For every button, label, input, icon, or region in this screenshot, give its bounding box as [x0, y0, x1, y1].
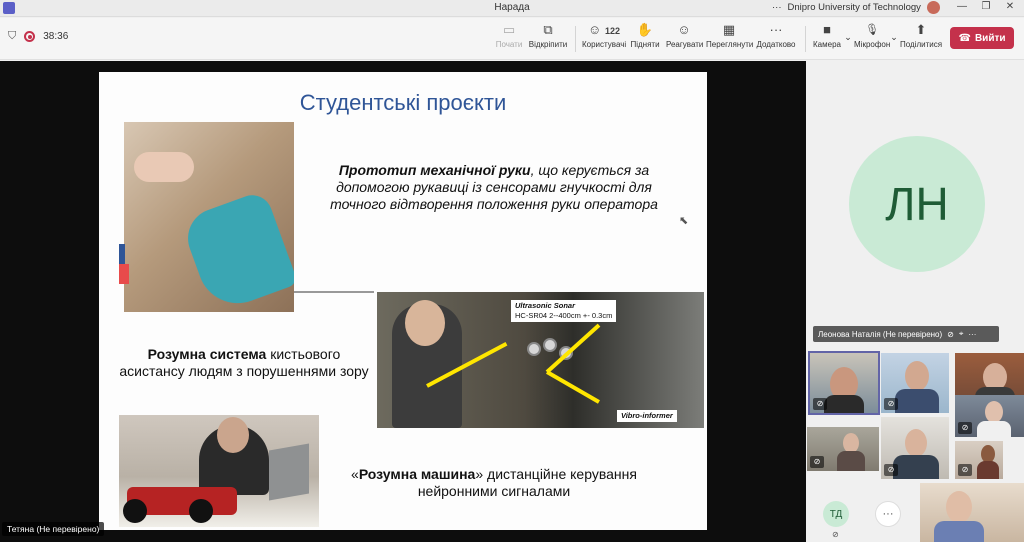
toolbar-divider: [575, 26, 576, 52]
slide-text-car: «Розумна машина» дистанційне керування н…: [329, 466, 659, 500]
sonar-label-title: Ultrasonic Sonar: [515, 301, 576, 310]
popout-button[interactable]: ⧉ Відкріпити: [528, 22, 568, 49]
user-avatar[interactable]: [926, 1, 940, 14]
vibro-label: Vibro-informer: [617, 410, 677, 422]
people-button[interactable]: ☺ 122 Користувачі: [582, 22, 626, 49]
camera-icon: ■: [823, 22, 831, 37]
sonar-label: Ultrasonic Sonar HC-SR04 2--400cm +- 0.3c…: [511, 300, 617, 322]
mic-off-icon: 🎙: [865, 24, 879, 36]
minimize-icon[interactable]: —: [952, 1, 972, 12]
react-icon: ☺: [677, 22, 691, 37]
more-options-icon[interactable]: ···: [968, 330, 976, 339]
camera-options-chevron-icon[interactable]: ⌄: [843, 32, 853, 43]
people-icon: ☺: [588, 22, 602, 37]
mic-off-icon: ⊘: [884, 398, 898, 410]
mic-off-icon: ⊘: [958, 422, 972, 434]
mic-label: Мікрофон: [854, 40, 891, 49]
mic-button[interactable]: 🎙 Мікрофон: [854, 22, 890, 49]
slide-accent-blue: [119, 244, 125, 264]
mic-off-icon: ⊘: [958, 464, 972, 476]
org-section: ··· Dnipro University of Technology: [772, 1, 940, 14]
camera-label: Камера: [813, 40, 841, 49]
start-button[interactable]: ▭ Почати: [494, 22, 524, 49]
participant-tile[interactable]: ⊘: [955, 441, 1003, 479]
spotlight-avatar[interactable]: ЛН: [849, 136, 985, 272]
spotlight-name-bar: Леонова Наталія (Не перевірено) ⊘ ⌖ ···: [813, 326, 999, 342]
participant-tile[interactable]: ⊘: [807, 427, 879, 471]
slide-text-sonar: Розумна система кистьового асистансу люд…: [119, 346, 369, 380]
participant-tile[interactable]: ⊘: [955, 395, 1024, 437]
organization-name[interactable]: Dnipro University of Technology: [788, 2, 921, 13]
people-label: Користувачі: [582, 40, 627, 49]
participant-avatar[interactable]: ТД: [823, 501, 849, 527]
view-grid-icon: ▦: [722, 22, 736, 37]
more-icon: ···: [769, 22, 783, 37]
raise-hand-icon: ✋: [636, 22, 654, 37]
mic-options-chevron-icon[interactable]: ⌄: [889, 32, 899, 43]
mic-off-icon: ⊘: [884, 464, 898, 476]
participant-tile[interactable]: ⊘: [808, 351, 880, 415]
share-icon: ⬆: [915, 22, 927, 37]
participants-panel: ЛН Леонова Наталія (Не перевірено) ⊘ ⌖ ·…: [807, 61, 1024, 542]
more-options-icon[interactable]: ···: [772, 2, 782, 13]
toolbar-divider: [805, 26, 806, 52]
leave-button[interactable]: ☎ Вийти: [950, 27, 1014, 49]
slide-divider: [294, 291, 374, 293]
slide-text-hand-bold: Прототип механічної руки: [338, 162, 531, 178]
more-button[interactable]: ··· Додатково: [755, 22, 797, 49]
title-bar: Нарада ··· Dnipro University of Technolo…: [0, 0, 1024, 17]
slide-accent-red: [119, 264, 129, 284]
recording-icon: [24, 31, 36, 42]
presenter-name-tag: Тетяна (Не перевірено): [2, 522, 105, 536]
hang-up-icon: ☎: [958, 32, 971, 44]
share-label: Поділитися: [900, 40, 943, 49]
popout-label: Відкріпити: [528, 40, 568, 49]
view-button[interactable]: ▦ Переглянути: [706, 22, 754, 49]
leave-label: Вийти: [974, 32, 1006, 44]
more-participants-button[interactable]: ···: [875, 501, 901, 527]
slide-text-car-bold: Розумна машина: [358, 466, 476, 482]
meeting-status: ⛉ 38:36: [8, 30, 68, 43]
slide-title: Студентські проєкти: [299, 90, 507, 115]
react-label: Реагувати: [666, 40, 704, 49]
popout-icon: ⧉: [543, 22, 553, 37]
react-button[interactable]: ☺ Реагувати: [666, 22, 704, 49]
close-icon[interactable]: ✕: [1000, 1, 1020, 12]
mechanical-hand-photo: [124, 122, 294, 312]
spotlight-name: Леонова Наталія (Не перевірено): [818, 329, 943, 339]
view-label: Переглянути: [706, 40, 754, 49]
sonar-assist-photo: Ultrasonic Sonar HC-SR04 2--400cm +- 0.3c…: [377, 292, 704, 428]
start-label: Почати: [495, 40, 523, 49]
maximize-icon[interactable]: ❐: [976, 1, 996, 12]
participant-tile[interactable]: [920, 483, 1024, 542]
slide-text-car-quote: «: [351, 466, 359, 482]
participant-count: 122: [604, 26, 620, 36]
raise-hand-button[interactable]: ✋ Підняти: [630, 22, 660, 49]
more-label: Додатково: [756, 40, 796, 49]
slide-text-sonar-bold: Розумна система: [147, 346, 267, 362]
raise-hand-label: Підняти: [630, 40, 660, 49]
meeting-toolbar: ⛉ 38:36 ▭ Почати ⧉ Відкріпити ☺ 122 Кори…: [0, 18, 1024, 60]
participant-tile[interactable]: ⊘: [881, 353, 949, 413]
camera-button[interactable]: ■ Камера: [812, 22, 842, 49]
pin-icon[interactable]: ⌖: [959, 329, 964, 339]
mic-off-icon: ⊘: [810, 456, 824, 468]
mouse-cursor-icon: ⬉: [679, 215, 689, 227]
shield-icon: ⛉: [8, 30, 17, 42]
share-button[interactable]: ⬆ Поділитися: [900, 22, 942, 49]
meeting-timer: 38:36: [43, 31, 69, 42]
sonar-label-spec: HC-SR04 2--400cm +- 0.3cm: [515, 311, 613, 320]
record-icon: ▭: [502, 22, 516, 37]
participant-tile[interactable]: ⊘: [881, 417, 949, 479]
mic-off-icon: ⊘: [947, 329, 954, 339]
mic-off-icon: ⊘: [813, 398, 827, 410]
slide-text-hand: Прототип механічної руки, що керується з…: [309, 162, 679, 213]
mic-off-icon: ⊘: [832, 530, 839, 539]
smart-car-photo: [119, 415, 319, 527]
presentation-slide: Студентські проєкти Прототип механічної …: [99, 72, 707, 530]
